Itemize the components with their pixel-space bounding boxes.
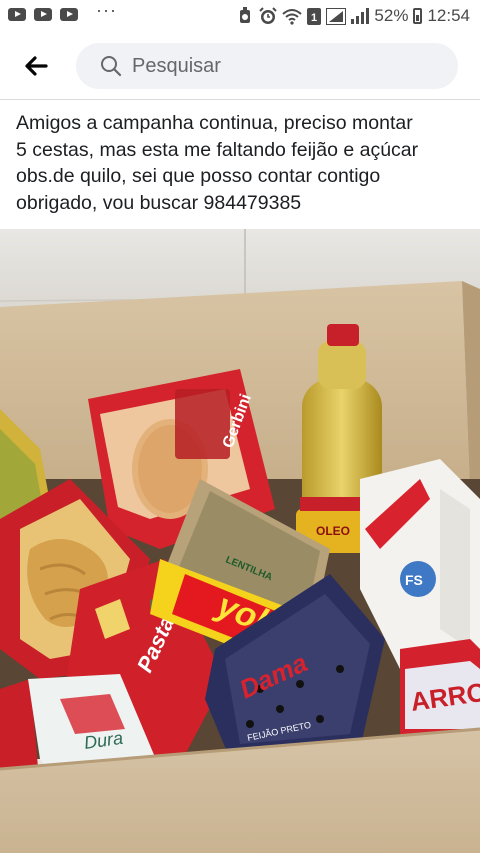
svg-text:FS: FS <box>405 572 423 588</box>
notification-icons: ··· <box>8 0 117 21</box>
sim-card-icon: 1 <box>307 7 322 25</box>
data-signal-icon <box>326 7 347 25</box>
post-text-line: obrigado, vou buscar 984479385 <box>16 191 302 214</box>
youtube-icon <box>60 8 78 21</box>
clock-time: 12:54 <box>427 6 470 25</box>
post-text-line: 5 cestas, mas esta me faltando feijão e … <box>16 138 419 161</box>
youtube-icon <box>34 8 52 21</box>
vibrate-icon <box>240 7 251 23</box>
post-text: Amigos a campanha continua, preciso mont… <box>16 110 468 216</box>
post-text-line: obs.de quilo, sei que posso contar conti… <box>16 165 381 187</box>
search-input[interactable] <box>132 43 432 89</box>
back-arrow-icon <box>25 56 48 76</box>
battery-icon <box>413 8 423 24</box>
wifi-icon <box>282 8 303 25</box>
alarm-icon <box>259 7 278 24</box>
search-bar[interactable] <box>76 43 458 89</box>
back-button[interactable] <box>18 50 54 82</box>
search-icon <box>101 56 122 77</box>
battery-percent: 52% <box>374 6 409 25</box>
svg-text:1: 1 <box>311 12 317 24</box>
system-icons: 1 52% 12:54 <box>236 6 470 26</box>
status-bar: ··· 1 52% 12:54 <box>0 0 480 32</box>
svg-text:OLEO: OLEO <box>316 524 350 538</box>
youtube-icon <box>8 8 26 21</box>
search-header <box>0 32 480 100</box>
post-text-line: Amigos a campanha continua, preciso mont… <box>16 112 413 134</box>
signal-strength-icon <box>351 8 370 24</box>
more-notifications-icon: ··· <box>96 0 117 20</box>
grocery-box-illustration: OLEO Gerbini FS Pasta yoki LENTILHA Dama… <box>0 229 480 853</box>
post-photo[interactable]: OLEO Gerbini FS Pasta yoki LENTILHA Dama… <box>0 229 480 853</box>
